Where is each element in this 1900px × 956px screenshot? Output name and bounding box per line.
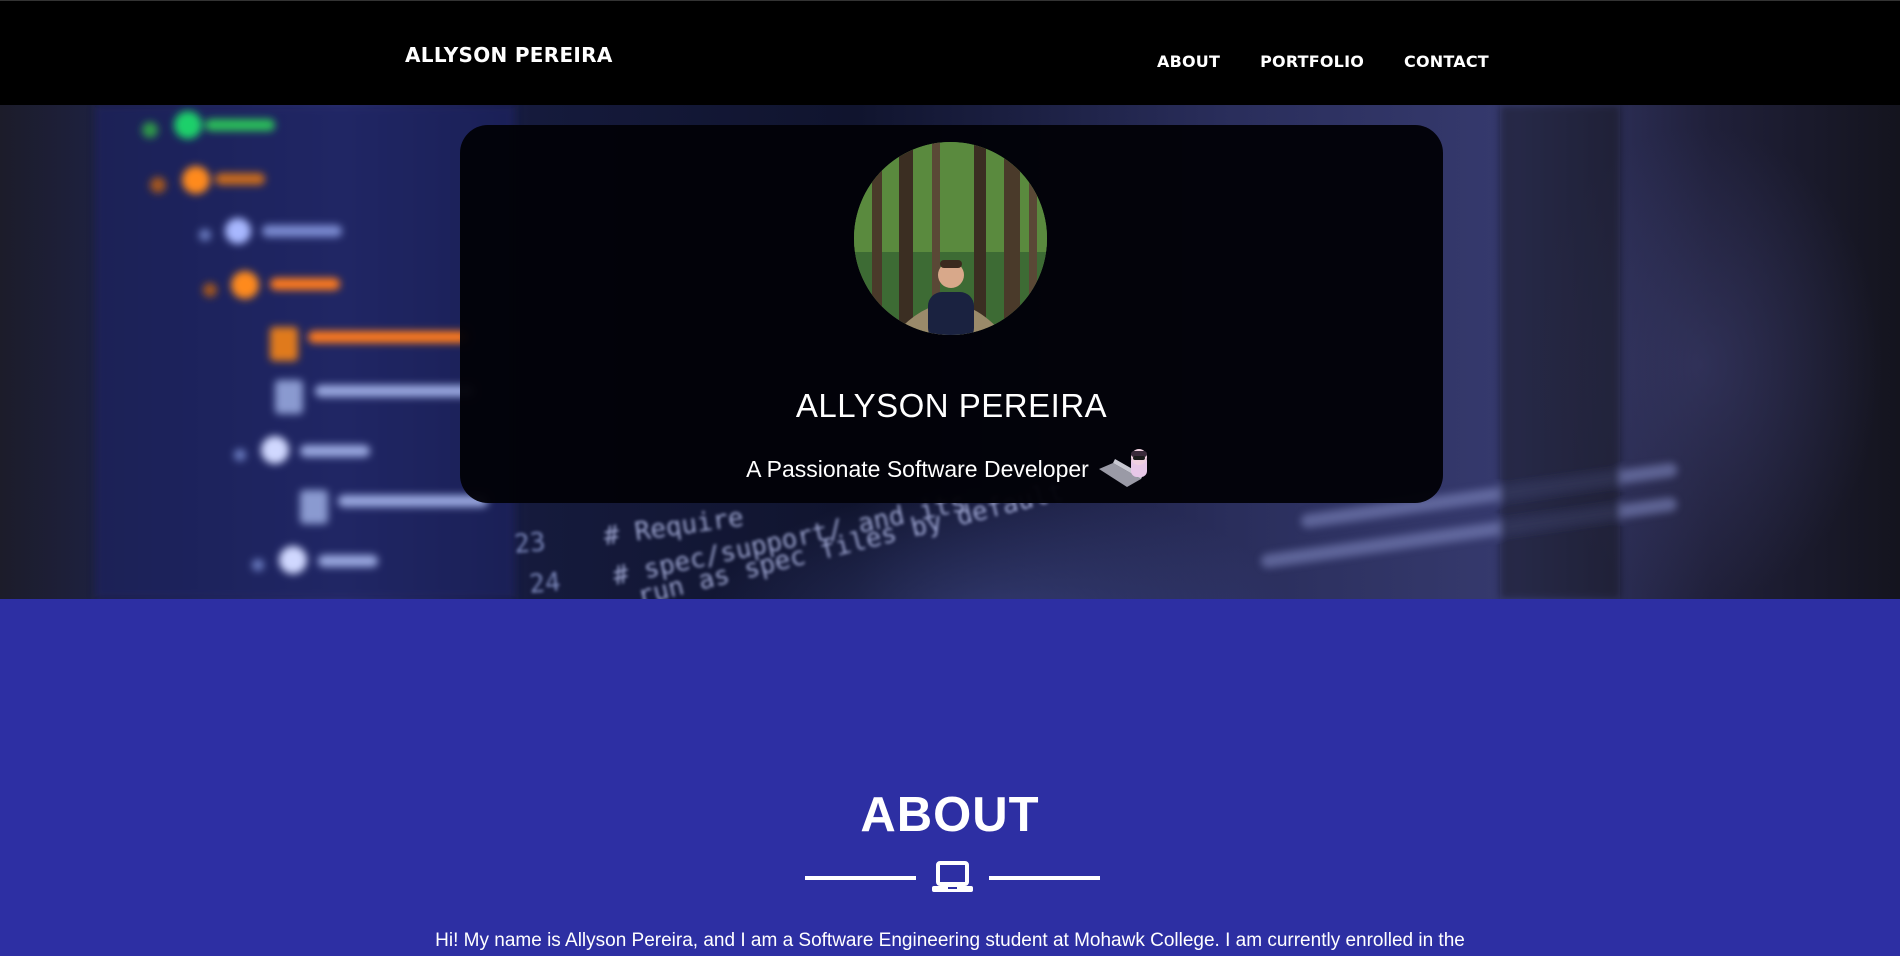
hero-card: ALLYSON PEREIRA A Passionate Software De… [460, 125, 1443, 503]
svg-text:23: 23 [513, 527, 547, 560]
about-text: Hi! My name is Allyson Pereira, and I am… [435, 930, 1465, 951]
profile-photo-icon [854, 142, 1047, 335]
hero-tagline: A Passionate Software Developer [460, 449, 1443, 489]
hero-section: 23 24 # Require # spec/support/ and its … [0, 105, 1900, 599]
avatar [854, 142, 1047, 335]
divider-line-right [989, 876, 1100, 880]
divider-line-left [805, 876, 916, 880]
svg-text:24: 24 [528, 567, 562, 599]
hero-tagline-text: A Passionate Software Developer [746, 455, 1089, 482]
about-title: ABOUT [860, 788, 1040, 842]
navbar: ALLYSON PEREIRA ABOUT PORTFOLIO CONTACT [0, 0, 1900, 105]
developer-laptop-icon [1098, 449, 1147, 487]
laptop-icon [932, 861, 973, 892]
nav-links: ABOUT PORTFOLIO CONTACT [1157, 52, 1529, 71]
about-divider [805, 860, 1100, 894]
about-section: ABOUT Hi! My name is Allyson Pereira, an… [0, 599, 1900, 956]
nav-link-about[interactable]: ABOUT [1157, 52, 1220, 71]
brand-link[interactable]: ALLYSON PEREIRA [405, 43, 613, 67]
nav-link-portfolio[interactable]: PORTFOLIO [1260, 52, 1364, 71]
nav-link-contact[interactable]: CONTACT [1404, 52, 1489, 71]
hero-name: ALLYSON PEREIRA [795, 387, 1108, 424]
